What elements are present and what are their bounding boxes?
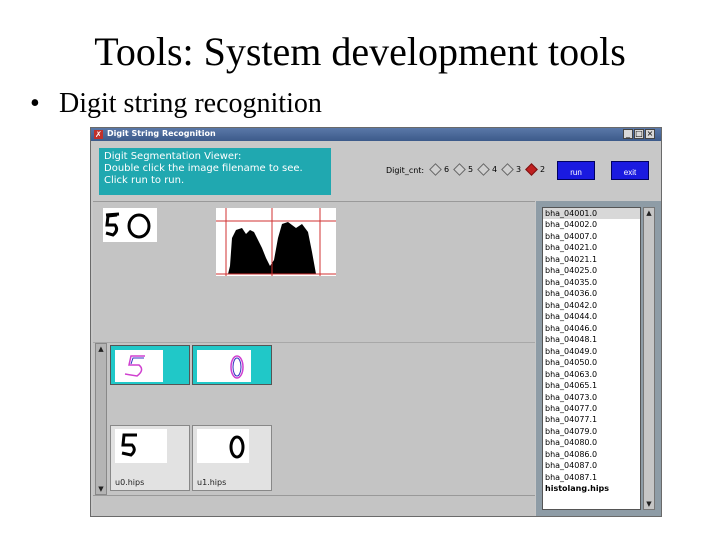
digit-count-radio-4[interactable] [477, 163, 490, 176]
file-list-item[interactable]: bha_04049.0 [543, 346, 640, 357]
file-list-item[interactable]: bha_04050.0 [543, 357, 640, 368]
file-list-item[interactable]: bha_04001.0 [543, 208, 640, 220]
scroll-up-icon[interactable]: ▲ [97, 345, 105, 353]
scroll-up-icon[interactable]: ▲ [645, 209, 653, 217]
file-list-item[interactable]: bha_04007.0 [543, 231, 640, 242]
file-list-item[interactable]: bha_04077.1 [543, 414, 640, 425]
digit-count-option-4: 4 [492, 165, 498, 174]
bullet-icon: • [30, 88, 40, 119]
close-button[interactable]: × [645, 129, 655, 139]
digit-count-option-5: 5 [468, 165, 474, 174]
exit-button[interactable]: exit [611, 161, 649, 180]
file-list-scrollbar[interactable]: ▲ ▼ [643, 207, 655, 510]
app-icon: ✗ [94, 130, 103, 139]
file-list-item[interactable]: bha_04063.0 [543, 369, 640, 380]
info-box: Digit Segmentation Viewer: Double click … [99, 148, 331, 195]
segmented-digits-area: ▲ ▼ u0.hips u1.hips [93, 343, 535, 495]
horizontal-scrollbar[interactable] [93, 495, 535, 516]
file-list-item[interactable]: bha_04021.0 [543, 242, 640, 253]
segment-thumbnail-2[interactable] [192, 345, 272, 385]
info-line-1: Digit Segmentation Viewer: [104, 151, 242, 162]
file-list[interactable]: bha_04001.0 bha_04002.0 bha_04007.0 bha_040… [542, 207, 641, 510]
file-list-item[interactable]: bha_04002.0 [543, 219, 640, 230]
info-line-3: Click run to run. [104, 175, 185, 186]
file-list-item[interactable]: bha_04036.0 [543, 288, 640, 299]
file-list-item[interactable]: histolang.hips [543, 483, 640, 494]
file-list-pane: bha_04001.0 bha_04002.0 bha_04007.0 bha_040… [536, 201, 661, 516]
file-list-item[interactable]: bha_04035.0 [543, 277, 640, 288]
digit-card-2[interactable]: u1.hips [192, 425, 272, 491]
digit-count-radio-3[interactable] [501, 163, 514, 176]
slide-title: Tools: System development tools [94, 29, 626, 74]
original-digit-image [103, 208, 157, 242]
digit-count-label: Digit_cnt: [386, 166, 425, 175]
maximize-button[interactable]: □ [634, 129, 644, 139]
digit-image-1 [115, 429, 167, 463]
bullet-text: Digit string recognition [59, 88, 322, 119]
file-list-item[interactable]: bha_04025.0 [543, 265, 640, 276]
app-window: ✗ Digit String Recognition _ □ × Digit S… [90, 127, 662, 517]
file-list-item[interactable]: bha_04087.0 [543, 460, 640, 471]
digit-count-option-3: 3 [516, 165, 522, 174]
file-list-item[interactable]: bha_04073.0 [543, 392, 640, 403]
digit-filename-2: u1.hips [197, 478, 227, 487]
file-list-item[interactable]: bha_04048.1 [543, 334, 640, 345]
file-list-item[interactable]: bha_04079.0 [543, 426, 640, 437]
projection-histogram-image [216, 208, 336, 276]
info-line-2: Double click the image filename to see. [104, 163, 303, 174]
segment-thumbnail-1[interactable] [110, 345, 190, 385]
file-list-item[interactable]: bha_04065.1 [543, 380, 640, 391]
file-list-item[interactable]: bha_04046.0 [543, 323, 640, 334]
file-list-item[interactable]: bha_04086.0 [543, 449, 640, 460]
window-title: Digit String Recognition [107, 129, 216, 138]
bullet-item: • Digit string recognition [30, 88, 322, 120]
digit-count-radio-6[interactable] [429, 163, 442, 176]
file-list-item[interactable]: bha_04080.0 [543, 437, 640, 448]
run-button[interactable]: run [557, 161, 595, 180]
file-list-item[interactable]: bha_04044.0 [543, 311, 640, 322]
digit-count-radio-2[interactable] [525, 163, 538, 176]
digit-count-option-6: 6 [444, 165, 450, 174]
scroll-down-icon[interactable]: ▼ [645, 500, 653, 508]
left-vertical-scrollbar[interactable]: ▲ ▼ [95, 343, 107, 495]
digit-card-1[interactable]: u0.hips [110, 425, 190, 491]
file-list-item[interactable]: bha_04042.0 [543, 300, 640, 311]
file-list-item[interactable]: bha_04077.0 [543, 403, 640, 414]
digit-count-radio-5[interactable] [453, 163, 466, 176]
file-list-item[interactable]: bha_04021.1 [543, 254, 640, 265]
source-image-area [93, 202, 535, 343]
minimize-button[interactable]: _ [623, 129, 633, 139]
digit-count-option-2: 2 [540, 165, 546, 174]
digit-image-2 [197, 429, 249, 463]
segmentation-viewer-pane: ▲ ▼ u0.hips u1.hips [93, 201, 535, 495]
file-list-item[interactable]: bha_04087.1 [543, 472, 640, 483]
window-titlebar[interactable]: ✗ Digit String Recognition _ □ × [91, 128, 661, 141]
digit-filename-1: u0.hips [115, 478, 145, 487]
scroll-down-icon[interactable]: ▼ [97, 485, 105, 493]
